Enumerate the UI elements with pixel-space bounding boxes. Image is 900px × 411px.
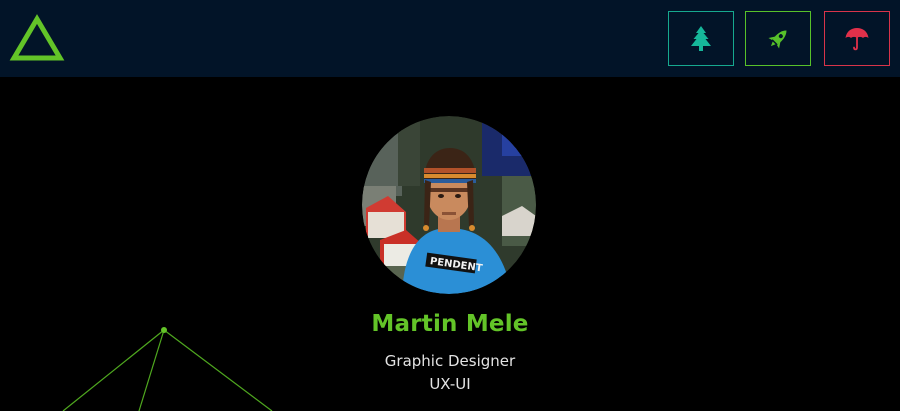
profile-name: Martin Mele [371, 311, 529, 337]
profile-title-primary: Graphic Designer [384, 352, 516, 370]
profile-avatar: PENDENT [362, 116, 536, 294]
rocket-icon [768, 30, 787, 49]
top-header [0, 0, 900, 77]
profile-title-secondary: UX-UI [429, 375, 471, 393]
tree-icon [691, 25, 711, 51]
triangle-logo-icon[interactable] [9, 14, 65, 62]
tree-button[interactable] [668, 11, 734, 66]
umbrella-button[interactable] [824, 11, 890, 66]
portfolio-page: PENDENT Martin Mele Graphic Designer UX-… [0, 0, 900, 411]
umbrella-icon [845, 27, 869, 50]
rocket-button[interactable] [745, 11, 811, 66]
